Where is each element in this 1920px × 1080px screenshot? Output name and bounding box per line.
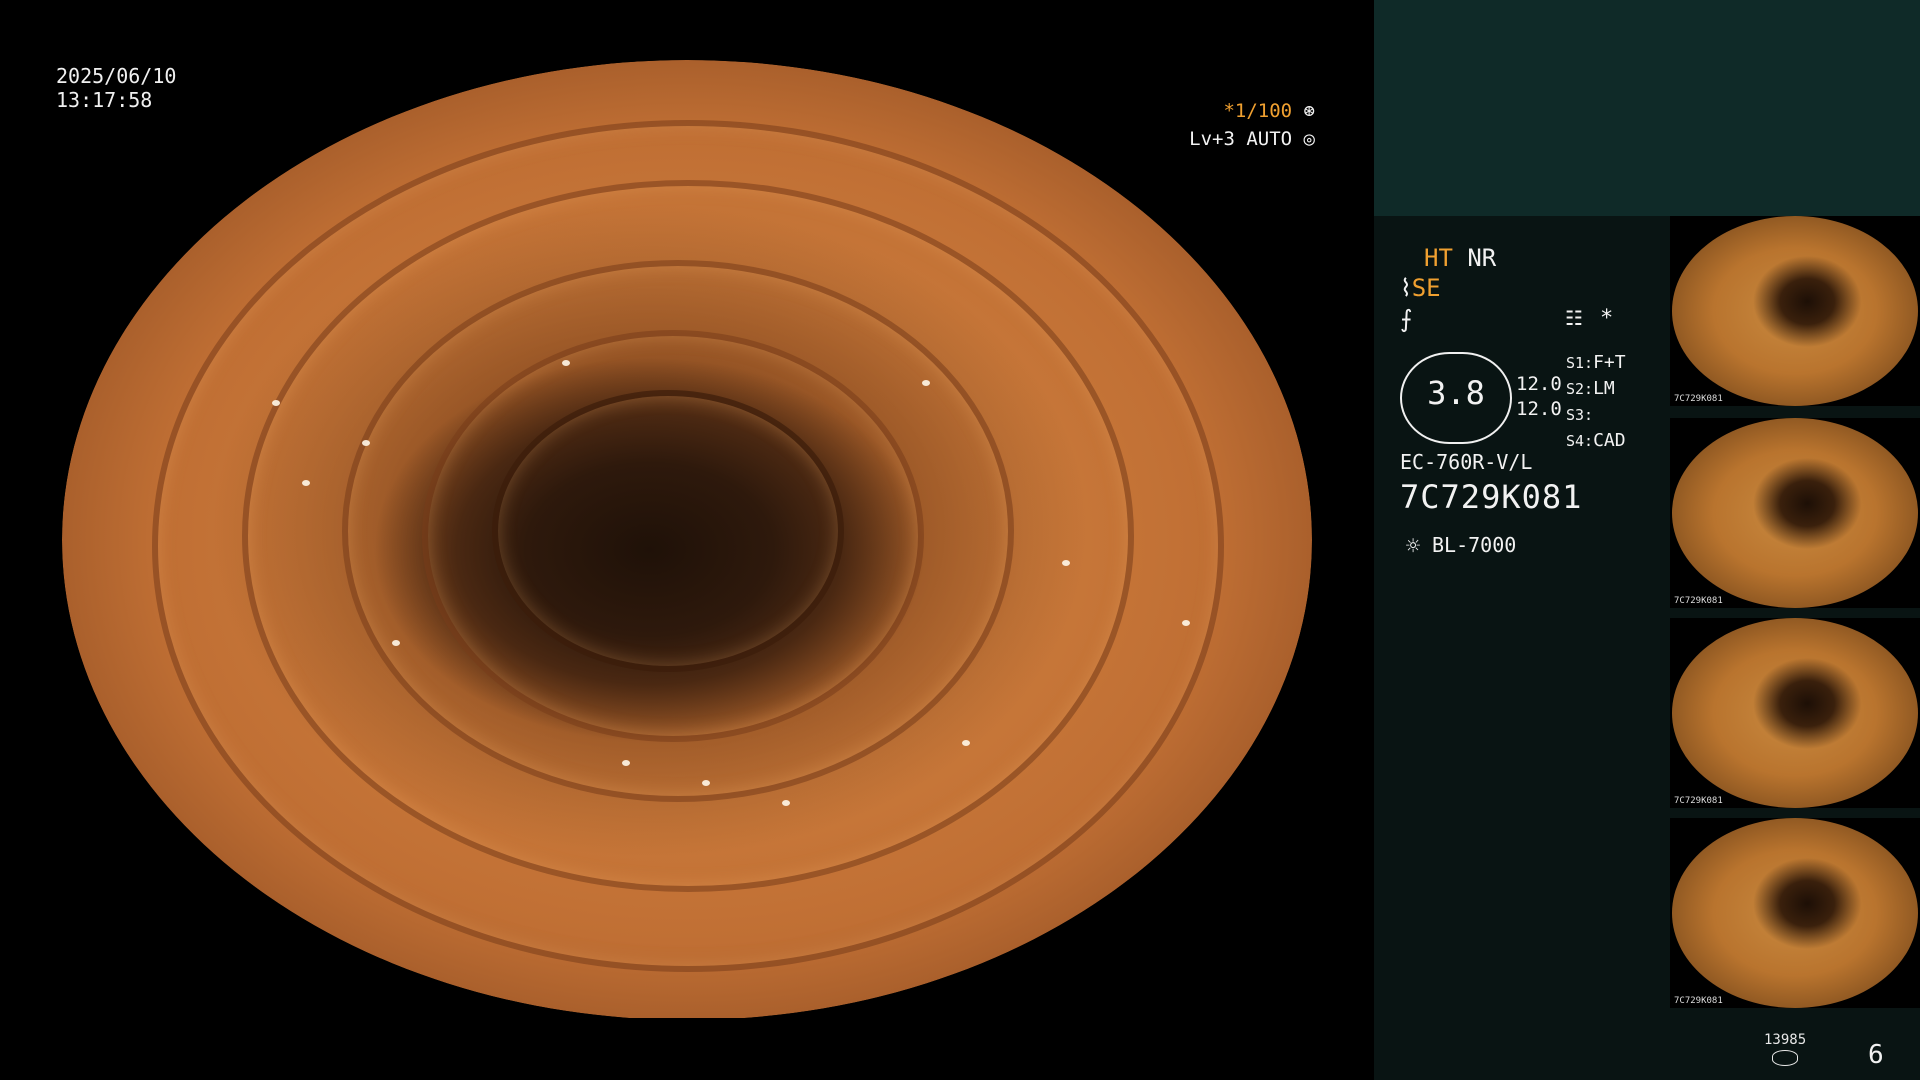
nr-mode: NR — [1467, 244, 1497, 272]
zoom-value: *1/100 — [1223, 100, 1293, 122]
endoscope-view — [0, 0, 1372, 1080]
scope-serial: 7C729K081 — [1400, 478, 1583, 516]
light-source: ☼ BL-7000 — [1400, 532, 1517, 560]
ht-mode: HT — [1424, 244, 1453, 272]
switch-setting-4: S4:CAD — [1566, 430, 1626, 451]
scope-model: EC-760R-V/L — [1400, 450, 1533, 474]
light-source-label: BL-7000 — [1432, 533, 1517, 557]
gauge-value: 3.8 — [1427, 374, 1485, 412]
se-mode: SE — [1411, 274, 1441, 302]
switch-setting-1: S1:F+T — [1566, 352, 1626, 373]
captured-thumbnail-3[interactable]: 7C729K081 — [1670, 618, 1920, 808]
date-text: 2025/06/10 — [56, 64, 177, 88]
thumbnail-label: 7C729K081 — [1674, 596, 1723, 606]
mode-row-3: ⨍ — [1400, 305, 1413, 333]
structure-enhance-icon: ⌇ — [1400, 274, 1412, 302]
iris-level-indicator: Lv+3 AUTO ◎ — [1150, 128, 1315, 150]
freeze-icon: ⨍ — [1400, 305, 1413, 333]
lamp-icon: ☼ — [1405, 532, 1421, 560]
auto-iris-icon: ◎ — [1303, 128, 1315, 150]
switch-setting-3: S3: — [1566, 406, 1594, 424]
thumbnail-label: 7C729K081 — [1674, 996, 1723, 1006]
captured-thumbnail-1[interactable]: 7C729K081 — [1670, 216, 1920, 406]
zoom-indicator: *1/100 ⊛ — [1195, 100, 1315, 122]
time-text: 13:17:58 — [56, 88, 153, 112]
date-time-display: 2025/06/10 13:17:58 — [56, 64, 176, 112]
endoscope-image — [62, 60, 1312, 1020]
mode-row-se: ⌇SE — [1400, 274, 1441, 302]
mode-row-ht-nr: HT NR — [1424, 244, 1496, 272]
shutter-icon: ⊛ — [1303, 100, 1315, 122]
captured-thumbnail-2[interactable]: 7C729K081 — [1670, 418, 1920, 608]
switch-setting-2: S2:LM — [1566, 378, 1615, 399]
gauge-scale-bottom: 12.0 — [1516, 398, 1562, 420]
level-value: Lv+3 AUTO — [1189, 128, 1293, 150]
storage-count: 13985 — [1764, 1032, 1807, 1048]
switch-settings-list: S1:F+T S2:LM S3: S4:CAD — [1566, 350, 1626, 454]
gauge-scale: 12.0 12.0 — [1516, 372, 1562, 422]
page-number: 6 — [1868, 1040, 1884, 1070]
info-panel-header — [1374, 0, 1920, 216]
record-list-icon: ☷ — [1565, 306, 1583, 330]
thumbnail-label: 7C729K081 — [1674, 394, 1723, 404]
info-panel — [1374, 216, 1670, 1080]
gauge-scale-top: 12.0 — [1516, 373, 1562, 395]
asterisk-icon: * — [1600, 306, 1614, 331]
captured-thumbnail-4[interactable]: 7C729K081 — [1670, 818, 1920, 1008]
storage-disk-icon — [1772, 1050, 1798, 1066]
thumbnail-label: 7C729K081 — [1674, 796, 1723, 806]
